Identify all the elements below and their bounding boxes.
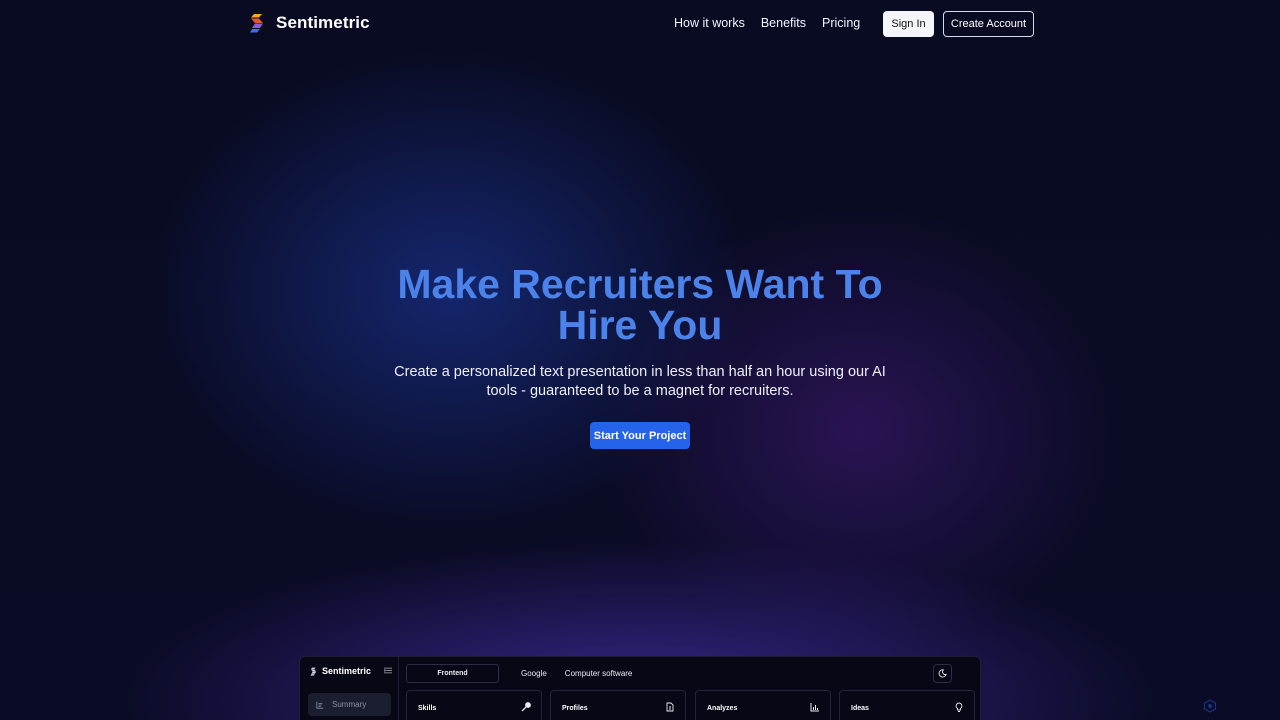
card-label: Ideas xyxy=(851,705,869,712)
theme-toggle-button[interactable] xyxy=(933,664,952,683)
watermark-logo-icon xyxy=(1203,699,1217,713)
sentimetric-logo-icon xyxy=(250,14,263,33)
hero-title: Make Recruiters Want To Hire You xyxy=(397,261,883,348)
brand[interactable]: Sentimetric xyxy=(249,13,370,33)
nav-link-benefits[interactable]: Benefits xyxy=(761,16,806,30)
tab-computer-software[interactable]: Computer software xyxy=(565,669,633,678)
nav-links: How it works Benefits Pricing xyxy=(674,16,860,30)
card-label: Skills xyxy=(418,705,437,712)
sentimetric-logo-icon xyxy=(310,667,317,676)
tab-frontend[interactable]: Frontend xyxy=(406,664,499,683)
list-icon xyxy=(316,701,324,709)
card-label: Profiles xyxy=(562,705,588,712)
moon-icon xyxy=(938,669,947,678)
nav-link-pricing[interactable]: Pricing xyxy=(822,16,860,30)
sidebar-item-label: Summary xyxy=(332,700,367,709)
card-ideas[interactable]: Ideas xyxy=(839,690,975,720)
collapse-sidebar-icon[interactable] xyxy=(384,667,392,674)
preview-brand-name: Sentimetric xyxy=(322,666,372,676)
card-skills[interactable]: Skills xyxy=(406,690,542,720)
preview-tabs: Frontend Google Computer software xyxy=(406,664,632,683)
start-project-button[interactable]: Start Your Project xyxy=(590,422,690,449)
document-icon xyxy=(666,702,674,712)
wrench-icon xyxy=(521,702,531,712)
sidebar-item-summary[interactable]: Summary xyxy=(308,693,391,716)
card-profiles[interactable]: Profiles xyxy=(550,690,686,720)
card-analyzes[interactable]: Analyzes xyxy=(695,690,831,720)
card-label: Analyzes xyxy=(707,705,738,712)
brand-name: Sentimetric xyxy=(276,13,370,32)
tab-google[interactable]: Google xyxy=(521,669,547,678)
sign-in-button[interactable]: Sign In xyxy=(883,11,934,37)
create-account-button[interactable]: Create Account xyxy=(943,11,1034,37)
lightbulb-icon xyxy=(955,702,963,712)
hero-subtitle: Create a personalized text presentation … xyxy=(394,364,886,399)
nav-link-how-it-works[interactable]: How it works xyxy=(674,16,745,30)
hero-section: Make Recruiters Want To Hire You Create … xyxy=(0,264,1280,449)
top-navbar: Sentimetric How it works Benefits Pricin… xyxy=(0,0,1280,48)
bar-chart-icon xyxy=(810,703,819,712)
dashboard-preview: Sentimetric Summary Frontend Google Comp… xyxy=(299,656,981,720)
preview-brand: Sentimetric xyxy=(310,666,371,676)
preview-sidebar: Sentimetric Summary xyxy=(300,657,399,720)
